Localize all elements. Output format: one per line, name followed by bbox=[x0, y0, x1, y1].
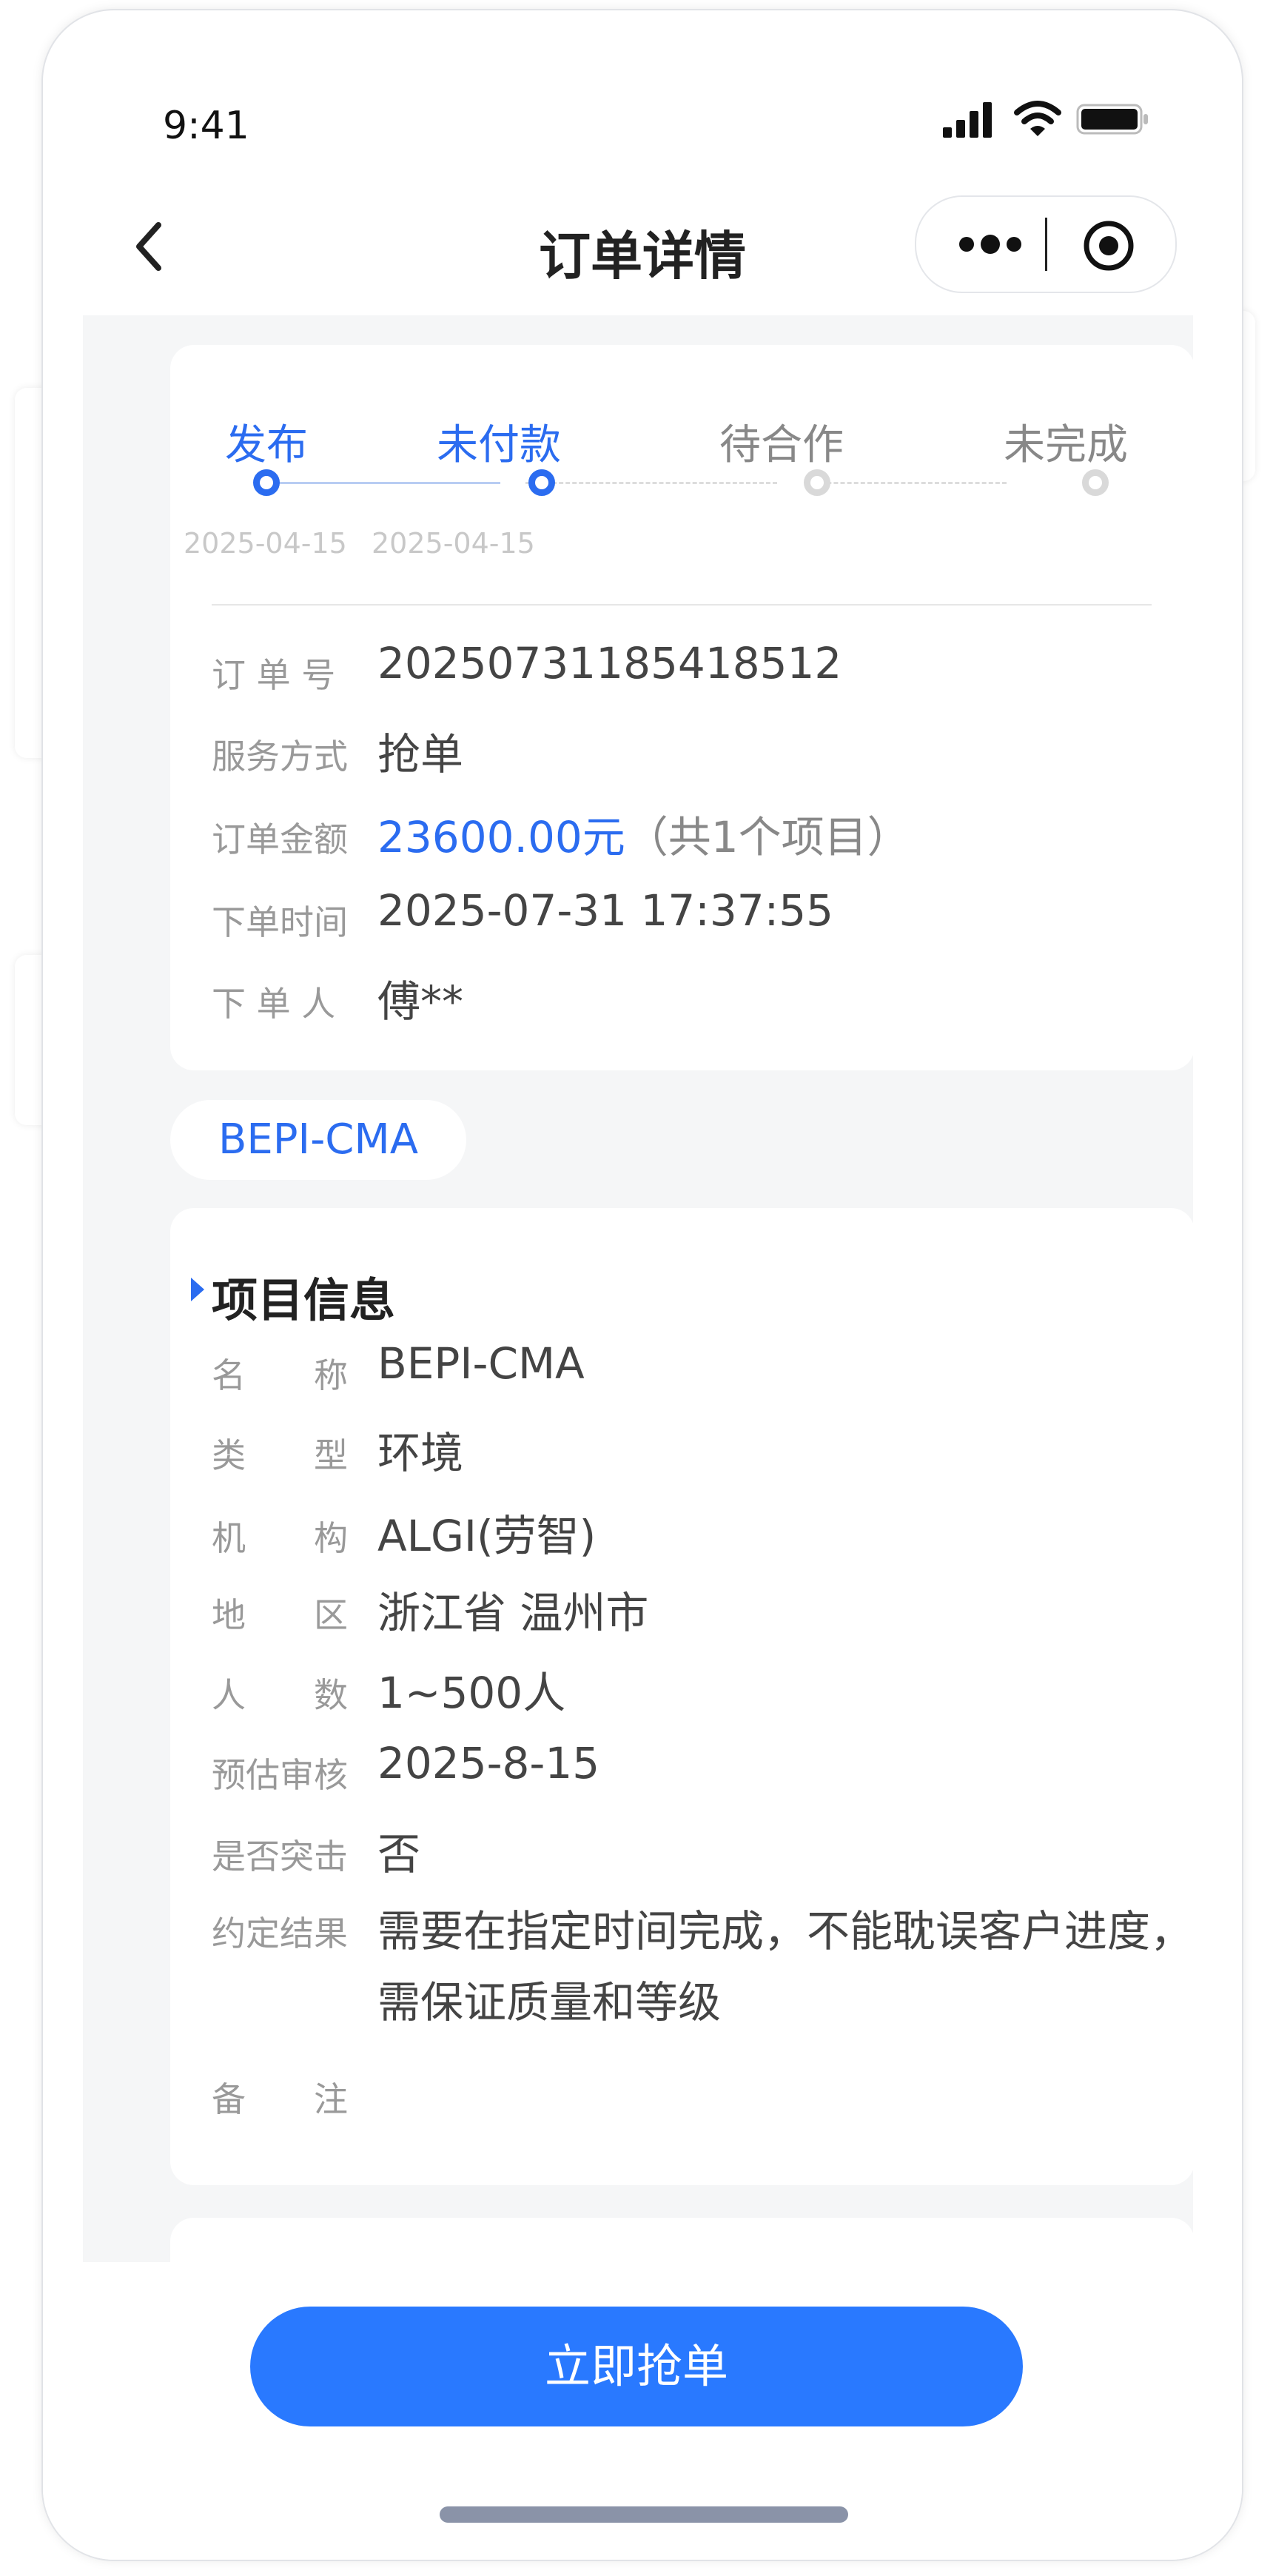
project-info-card: 项目信息 名 称 BEPI-CMA 类 型 环境 机 构 ALGI(劳智) 地 … bbox=[170, 1208, 1195, 2185]
step-line-done bbox=[266, 482, 500, 484]
project-value-line2: 需保证质量和等级 bbox=[377, 1977, 722, 2027]
project-value: 环境 bbox=[377, 1428, 464, 1478]
step-dot-publish bbox=[253, 469, 280, 496]
project-label: 预估审核 bbox=[212, 1755, 348, 1795]
signal-icon bbox=[943, 102, 992, 138]
step-label-unfinished: 未完成 bbox=[1004, 421, 1128, 469]
project-label: 类 型 bbox=[212, 1435, 348, 1475]
step-label-pending: 待合作 bbox=[719, 421, 844, 469]
capsule-divider bbox=[1045, 218, 1047, 271]
status-time: 9:41 bbox=[163, 104, 249, 148]
service-label: 服务方式 bbox=[212, 737, 348, 777]
footer-bar: 立即抢单 bbox=[43, 2262, 1242, 2560]
project-label: 约定结果 bbox=[212, 1913, 348, 1953]
status-icons bbox=[943, 98, 1195, 142]
more-dots-icon bbox=[959, 235, 1021, 254]
section-marker-icon bbox=[191, 1278, 204, 1301]
service-value: 抢单 bbox=[377, 729, 464, 779]
project-label: 地 区 bbox=[212, 1595, 348, 1635]
step-line-todo-1 bbox=[525, 482, 777, 484]
project-label: 名 称 bbox=[212, 1355, 348, 1395]
section-title: 项目信息 bbox=[212, 1273, 396, 1327]
step-label-unpaid: 未付款 bbox=[437, 421, 561, 469]
order-number-label: 订 单 号 bbox=[212, 655, 336, 695]
grab-order-button[interactable]: 立即抢单 bbox=[250, 2307, 1023, 2426]
amount-value-group: 23600.00元（共1个项目） bbox=[377, 802, 910, 865]
project-value: BEPI-CMA bbox=[377, 1338, 585, 1389]
amount-note: （共1个项目） bbox=[625, 812, 910, 862]
target-icon bbox=[1084, 221, 1134, 271]
home-indicator bbox=[440, 2506, 848, 2523]
amount-label: 订单金额 bbox=[212, 819, 348, 859]
project-label: 机 构 bbox=[212, 1518, 348, 1558]
project-tag-pill[interactable]: BEPI-CMA bbox=[170, 1100, 466, 1180]
project-label: 备 注 bbox=[212, 2079, 348, 2119]
close-miniprogram-button[interactable] bbox=[1082, 219, 1135, 272]
step-label-publish: 发布 bbox=[225, 421, 308, 469]
nav-bar: 订单详情 bbox=[43, 195, 1242, 293]
project-label: 是否突击 bbox=[212, 1837, 348, 1876]
step-line-todo-2 bbox=[807, 482, 1007, 484]
step-dot-unpaid bbox=[528, 469, 555, 496]
battery-icon bbox=[1076, 104, 1148, 135]
step-dot-pending bbox=[804, 469, 830, 496]
order-number-value: 20250731185418512 bbox=[377, 638, 842, 688]
step-date-unpaid: 2025-04-15 bbox=[372, 527, 535, 560]
more-button[interactable] bbox=[952, 222, 1033, 266]
phone-frame: 9:41 订单详情 发布 未付款 待合作 未完成 2025-04-15 2025… bbox=[43, 10, 1242, 2560]
step-dot-unfinished bbox=[1082, 469, 1109, 496]
content-area: 发布 未付款 待合作 未完成 2025-04-15 2025-04-15 订 单… bbox=[83, 315, 1195, 2366]
wifi-icon bbox=[1014, 101, 1061, 136]
order-divider bbox=[212, 604, 1152, 606]
order-user-label: 下 单 人 bbox=[212, 984, 336, 1024]
project-value: 1~500人 bbox=[377, 1668, 566, 1718]
order-user-value: 傅** bbox=[377, 976, 464, 1027]
amount-value: 23600.00元 bbox=[377, 812, 625, 862]
project-label: 人 数 bbox=[212, 1675, 348, 1715]
mini-program-capsule bbox=[915, 195, 1177, 293]
project-value: ALGI(劳智) bbox=[377, 1511, 597, 1561]
project-value: 需要在指定时间完成，不能耽误客户进度， bbox=[377, 1906, 1194, 1956]
project-value: 否 bbox=[377, 1829, 421, 1879]
order-card: 发布 未付款 待合作 未完成 2025-04-15 2025-04-15 订 单… bbox=[170, 345, 1195, 1070]
project-value: 浙江省 温州市 bbox=[377, 1588, 649, 1638]
step-date-publish: 2025-04-15 bbox=[184, 527, 347, 560]
order-time-label: 下单时间 bbox=[212, 902, 348, 942]
project-value: 2025-8-15 bbox=[377, 1738, 600, 1788]
order-time-value: 2025-07-31 17:37:55 bbox=[377, 885, 833, 936]
